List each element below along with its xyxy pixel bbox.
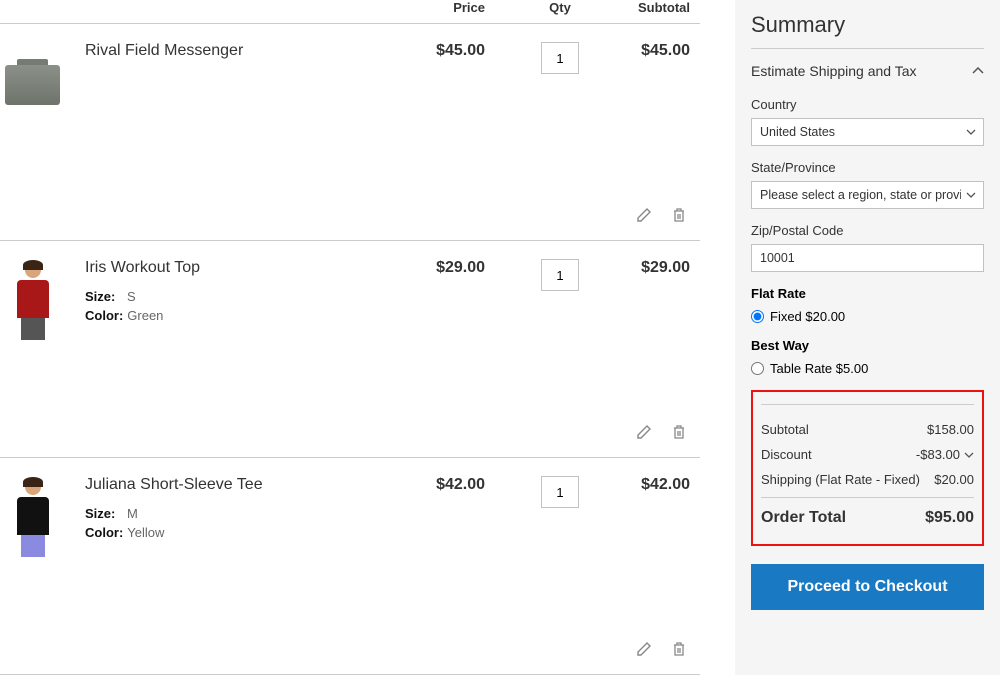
discount-row[interactable]: Discount -$83.00 xyxy=(761,442,974,467)
zip-label: Zip/Postal Code xyxy=(751,223,984,238)
cart-header: Price Qty Subtotal xyxy=(0,0,700,23)
trash-icon[interactable] xyxy=(672,641,690,659)
item-subtotal: $45.00 xyxy=(600,42,690,127)
summary-title: Summary xyxy=(751,12,984,49)
state-select[interactable]: Please select a region, state or provinc… xyxy=(751,181,984,209)
trash-icon[interactable] xyxy=(672,207,690,225)
item-subtotal: $29.00 xyxy=(600,259,690,344)
order-total-row: Order Total $95.00 xyxy=(761,504,974,532)
cart-item: Iris Workout Top Size: S Color: Green $29.00 $… xyxy=(0,241,700,458)
state-label: State/Province xyxy=(751,160,984,175)
shipping-row: Shipping (Flat Rate - Fixed) $20.00 xyxy=(761,467,974,498)
product-name[interactable]: Rival Field Messenger xyxy=(85,42,420,60)
qty-input[interactable] xyxy=(541,476,579,508)
opt-value: M xyxy=(127,506,138,521)
item-subtotal: $42.00 xyxy=(600,476,690,561)
item-options: Size: M Color: Yellow xyxy=(85,506,420,540)
item-price: $29.00 xyxy=(420,259,520,344)
trash-icon[interactable] xyxy=(672,424,690,442)
product-name[interactable]: Juliana Short-Sleeve Tee xyxy=(85,476,420,494)
estimate-label: Estimate Shipping and Tax xyxy=(751,63,917,79)
totals-highlight-box: Subtotal $158.00 Discount -$83.00 Shippi… xyxy=(751,390,984,546)
qty-input[interactable] xyxy=(541,259,579,291)
shipping-value: $20.00 xyxy=(934,472,974,487)
subtotal-label: Subtotal xyxy=(761,422,809,437)
order-total-value: $95.00 xyxy=(925,509,974,527)
product-image[interactable] xyxy=(0,476,65,561)
method-option-label: Table Rate $5.00 xyxy=(770,361,868,376)
shipping-method: Best Way Table Rate $5.00 xyxy=(751,338,984,376)
item-options: Size: S Color: Green xyxy=(85,289,420,323)
country-label: Country xyxy=(751,97,984,112)
opt-label: Color: xyxy=(85,525,123,540)
opt-value: Green xyxy=(127,308,163,323)
cart-main: Price Qty Subtotal Rival Field Messenger… xyxy=(0,0,720,675)
method-radio[interactable] xyxy=(751,310,764,323)
method-radio[interactable] xyxy=(751,362,764,375)
shipping-method: Flat Rate Fixed $20.00 xyxy=(751,286,984,324)
method-title: Best Way xyxy=(751,338,984,353)
edit-icon[interactable] xyxy=(636,641,654,659)
item-price: $45.00 xyxy=(420,42,520,127)
opt-value: S xyxy=(127,289,136,304)
cart-item: Juliana Short-Sleeve Tee Size: M Color: Yell… xyxy=(0,458,700,675)
col-qty-header: Qty xyxy=(520,0,600,15)
edit-icon[interactable] xyxy=(636,207,654,225)
estimate-toggle[interactable]: Estimate Shipping and Tax xyxy=(751,63,984,79)
col-subtotal-header: Subtotal xyxy=(600,0,690,15)
opt-label: Size: xyxy=(85,506,123,521)
opt-label: Color: xyxy=(85,308,123,323)
opt-label: Size: xyxy=(85,289,123,304)
method-option[interactable]: Table Rate $5.00 xyxy=(751,361,984,376)
cart-item: Rival Field Messenger$45.00$45.00 xyxy=(0,24,700,241)
product-name[interactable]: Iris Workout Top xyxy=(85,259,420,277)
item-price: $42.00 xyxy=(420,476,520,561)
opt-value: Yellow xyxy=(127,525,164,540)
shipping-label: Shipping (Flat Rate - Fixed) xyxy=(761,472,920,487)
summary-sidebar: Summary Estimate Shipping and Tax Countr… xyxy=(735,0,1000,675)
discount-value: -$83.00 xyxy=(916,447,960,462)
product-image[interactable] xyxy=(0,259,65,344)
subtotal-value: $158.00 xyxy=(927,422,974,437)
subtotal-row: Subtotal $158.00 xyxy=(761,417,974,442)
chevron-up-icon xyxy=(972,67,984,75)
order-total-label: Order Total xyxy=(761,509,846,527)
chevron-down-icon xyxy=(964,452,974,458)
product-image[interactable] xyxy=(0,42,65,127)
edit-icon[interactable] xyxy=(636,424,654,442)
method-option[interactable]: Fixed $20.00 xyxy=(751,309,984,324)
country-select[interactable]: United States xyxy=(751,118,984,146)
discount-label: Discount xyxy=(761,447,812,462)
method-title: Flat Rate xyxy=(751,286,984,301)
qty-input[interactable] xyxy=(541,42,579,74)
proceed-checkout-button[interactable]: Proceed to Checkout xyxy=(751,564,984,610)
method-option-label: Fixed $20.00 xyxy=(770,309,845,324)
col-price-header: Price xyxy=(420,0,520,15)
zip-input[interactable] xyxy=(751,244,984,272)
